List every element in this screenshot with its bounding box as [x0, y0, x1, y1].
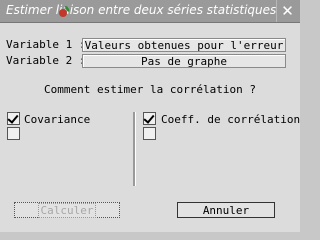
title-bar[interactable]: Estimer liaison entre deux séries statis… [0, 0, 300, 23]
window-title: Estimer liaison entre deux séries statis… [6, 3, 277, 17]
cancel-button[interactable]: Annuler [177, 202, 275, 218]
covariance-label[interactable]: Covariance [24, 113, 90, 126]
options-divider [133, 112, 136, 186]
dialog-window: Estimer liaison entre deux séries statis… [0, 0, 300, 232]
variable-2-label: Variable 2 : [6, 54, 86, 67]
correlation-checkbox-group [143, 112, 156, 140]
close-button[interactable]: ✕ [276, 0, 298, 22]
covariance-checkbox-group [7, 112, 20, 140]
variable-2-selector[interactable]: Pas de graphe [82, 54, 286, 68]
calculate-button-label: Calculer [37, 202, 97, 218]
app-badge-icon [59, 6, 70, 17]
correlation-secondary-checkbox[interactable] [143, 127, 156, 140]
calculate-button[interactable]: Calculer [14, 202, 120, 218]
variable-1-value: Valeurs obtenues pour l'erreur [84, 38, 284, 52]
variable-1-label: Variable 1 : [6, 38, 86, 51]
covariance-secondary-checkbox[interactable] [7, 127, 20, 140]
variable-2-value: Pas de graphe [140, 54, 228, 68]
close-icon: ✕ [281, 2, 294, 20]
correlation-coefficient-label[interactable]: Coeff. de corrélation [161, 113, 300, 126]
cancel-button-label: Annuler [202, 203, 250, 217]
covariance-checkbox[interactable] [7, 112, 20, 125]
variable-1-selector[interactable]: Valeurs obtenues pour l'erreur [82, 38, 286, 52]
correlation-question: Comment estimer la corrélation ? [44, 83, 256, 96]
correlation-coefficient-checkbox[interactable] [143, 112, 156, 125]
